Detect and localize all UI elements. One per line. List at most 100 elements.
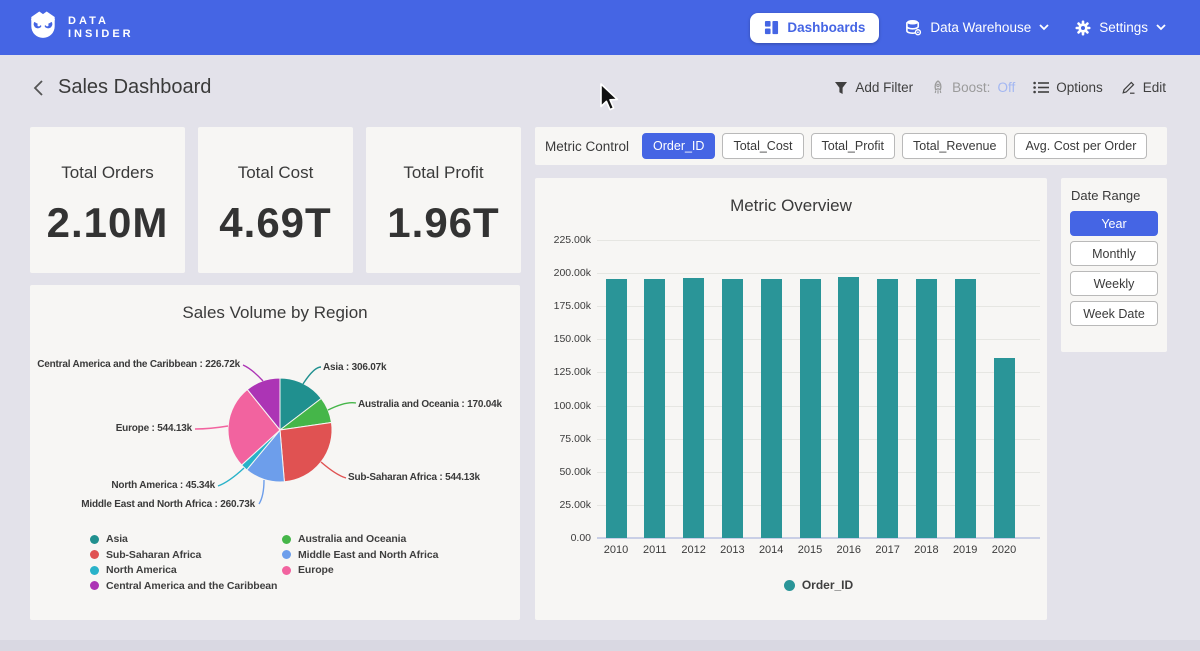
boost-state: Off	[997, 80, 1015, 95]
options-list-icon	[1033, 81, 1049, 94]
gridline	[597, 273, 1040, 274]
pie-legend-item-asia[interactable]: Asia	[90, 533, 128, 545]
metric-control-label: Metric Control	[545, 139, 629, 154]
bar-legend-item-order_id[interactable]: Order_ID	[784, 578, 853, 592]
y-axis-tick: 150.00k	[536, 333, 591, 345]
x-axis-tick-2011: 2011	[633, 544, 677, 556]
date-range-option-monthly[interactable]: Monthly	[1070, 241, 1158, 266]
pie-label-australia-oceania: Australia and Oceania : 170.04k	[358, 399, 502, 410]
legend-label: North America	[106, 564, 177, 576]
pie-leader-line	[321, 462, 346, 478]
pie-leader-line	[243, 365, 263, 381]
x-axis-tick-2016: 2016	[827, 544, 871, 556]
back-button[interactable]	[26, 76, 50, 100]
x-axis-tick-2020: 2020	[982, 544, 1026, 556]
bar-2011[interactable]	[644, 279, 665, 538]
footer-strip	[0, 640, 1200, 651]
bar-2012[interactable]	[683, 278, 704, 538]
bar-2015[interactable]	[800, 279, 821, 538]
metric-button-total-cost[interactable]: Total_Cost	[722, 133, 803, 159]
filter-funnel-icon	[834, 81, 848, 95]
pie-legend-item-australia-and-oceania[interactable]: Australia and Oceania	[282, 533, 406, 545]
add-filter-button[interactable]: Add Filter	[834, 80, 913, 95]
legend-label: Central America and the Caribbean	[106, 580, 277, 592]
x-axis-tick-2012: 2012	[672, 544, 716, 556]
bar-2019[interactable]	[955, 279, 976, 538]
gear-icon	[1075, 20, 1091, 36]
date-range-option-weekly[interactable]: Weekly	[1070, 271, 1158, 296]
bar-2018[interactable]	[916, 279, 937, 538]
database-icon	[905, 19, 922, 36]
legend-dot	[282, 550, 291, 559]
page-header: Sales Dashboard Add Filter Boost: Off	[0, 55, 1200, 120]
edit-label: Edit	[1143, 80, 1166, 95]
x-axis-tick-2010: 2010	[594, 544, 638, 556]
pie-label-central-america-caribbean: Central America and the Caribbean : 226.…	[37, 359, 240, 370]
top-nav-bar: DATA INSIDER Dashboards	[0, 0, 1200, 55]
legend-dot	[784, 580, 795, 591]
bar-2016[interactable]	[838, 277, 859, 538]
legend-label: Asia	[106, 533, 128, 545]
page-title: Sales Dashboard	[58, 76, 211, 99]
bar-2017[interactable]	[877, 279, 898, 538]
metric-control-bar: Metric Control Order_ID Total_Cost Total_P…	[535, 127, 1167, 165]
kpi-label: Total Cost	[238, 163, 314, 183]
chevron-down-icon	[1039, 24, 1049, 31]
x-axis-tick-2015: 2015	[788, 544, 832, 556]
dashboards-button[interactable]: Dashboards	[750, 13, 879, 43]
y-axis-tick: 200.00k	[536, 267, 591, 279]
metric-overview-chart-card: Metric Overview 0.0025.00k50.00k75.00k10…	[535, 178, 1047, 620]
boost-toggle[interactable]: Boost: Off	[931, 80, 1015, 95]
data-warehouse-menu[interactable]: Data Warehouse	[905, 19, 1049, 36]
y-axis-tick: 0.00	[536, 532, 591, 544]
date-range-option-week-date[interactable]: Week Date	[1070, 301, 1158, 326]
x-axis-tick-2019: 2019	[943, 544, 987, 556]
metric-button-total-revenue[interactable]: Total_Revenue	[902, 133, 1007, 159]
kpi-card-total-orders: Total Orders 2.10M	[30, 127, 185, 273]
legend-dot	[282, 535, 291, 544]
legend-dot	[282, 566, 291, 575]
y-axis-tick: 75.00k	[536, 433, 591, 445]
pie-leader-line	[195, 426, 228, 429]
boost-label: Boost:	[952, 80, 990, 95]
bar-2010[interactable]	[606, 279, 627, 538]
bar-2020[interactable]	[994, 358, 1015, 538]
metric-button-order-id[interactable]: Order_ID	[642, 133, 715, 159]
brand-logo[interactable]: DATA INSIDER	[28, 9, 134, 46]
legend-label: Middle East and North Africa	[298, 549, 438, 561]
pie-legend-item-middle-east-and-north-africa[interactable]: Middle East and North Africa	[282, 549, 438, 561]
bar-2013[interactable]	[722, 279, 743, 538]
sales-dashboard-page: DATA INSIDER Dashboards	[0, 0, 1200, 651]
kpi-value: 2.10M	[47, 199, 169, 247]
legend-dot	[90, 535, 99, 544]
y-axis-tick: 125.00k	[536, 366, 591, 378]
y-axis-tick: 175.00k	[536, 300, 591, 312]
pie-legend-item-north-america[interactable]: North America	[90, 564, 177, 576]
pie-leader-line	[328, 403, 356, 410]
metric-button-total-profit[interactable]: Total_Profit	[811, 133, 896, 159]
kpi-value: 1.96T	[387, 199, 499, 247]
bar-2014[interactable]	[761, 279, 782, 538]
settings-menu[interactable]: Settings	[1075, 20, 1166, 36]
pie-leader-line	[303, 367, 321, 384]
options-button[interactable]: Options	[1033, 80, 1103, 95]
pie-slice-sub-saharan-africa[interactable]	[280, 423, 332, 482]
metric-button-avg-cost-per-order[interactable]: Avg. Cost per Order	[1014, 133, 1147, 159]
legend-label: Sub-Saharan Africa	[106, 549, 201, 561]
pie-legend-item-sub-saharan-africa[interactable]: Sub-Saharan Africa	[90, 549, 201, 561]
gridline	[597, 240, 1040, 241]
pie-label-middle-east-north-africa: Middle East and North Africa : 260.73k	[81, 499, 255, 510]
pie-leader-line	[218, 468, 244, 486]
pie-legend-item-europe[interactable]: Europe	[282, 564, 334, 576]
pie-legend-item-central-america-and-the-caribbean[interactable]: Central America and the Caribbean	[90, 580, 277, 592]
dashboards-label: Dashboards	[787, 20, 865, 35]
x-axis-tick-2014: 2014	[749, 544, 793, 556]
x-axis-tick-2017: 2017	[866, 544, 910, 556]
y-axis-tick: 100.00k	[536, 400, 591, 412]
x-axis-tick-2013: 2013	[710, 544, 754, 556]
edit-button[interactable]: Edit	[1121, 80, 1166, 95]
pie-label-sub-saharan-africa: Sub-Saharan Africa : 544.13k	[348, 472, 480, 483]
kpi-card-total-profit: Total Profit 1.96T	[366, 127, 521, 273]
chevron-down-icon	[1156, 24, 1166, 31]
date-range-option-year[interactable]: Year	[1070, 211, 1158, 236]
